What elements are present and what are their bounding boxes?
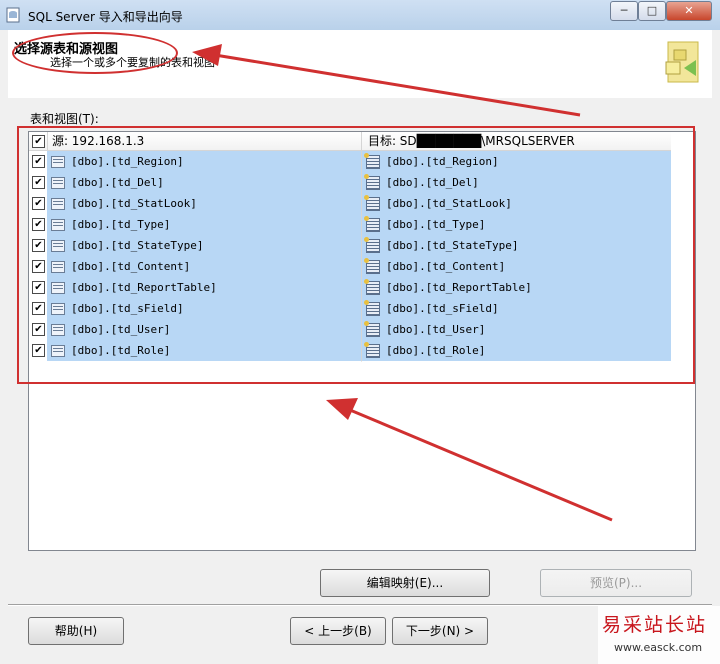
title-bar: SQL Server 导入和导出向导 ─ □ ✕ bbox=[0, 0, 720, 30]
help-button[interactable]: 帮助(H) bbox=[28, 617, 124, 645]
maximize-button[interactable]: □ bbox=[638, 1, 666, 21]
preview-button[interactable]: 预览(P)... bbox=[540, 569, 692, 597]
footer-divider bbox=[8, 604, 712, 605]
wizard-header: 选择源表和源视图 选择一个或多个要复制的表和视图 bbox=[8, 30, 712, 99]
watermark-logo-text: 易采站长站 bbox=[602, 614, 708, 636]
wizard-graphic-icon bbox=[665, 41, 699, 83]
back-button[interactable]: < 上一步(B) bbox=[290, 617, 386, 645]
watermark-url: www.easck.com bbox=[614, 641, 703, 654]
minimize-button[interactable]: ─ bbox=[610, 1, 638, 21]
window-title: SQL Server 导入和导出向导 bbox=[28, 10, 183, 24]
window-controls: ─ □ ✕ bbox=[610, 1, 712, 21]
next-button[interactable]: 下一步(N) > bbox=[392, 617, 488, 645]
watermark: 易采站长站 www.easck.com bbox=[598, 606, 720, 664]
edit-mappings-button[interactable]: 编辑映射(E)... bbox=[320, 569, 490, 597]
tables-views-label: 表和视图(T): bbox=[30, 112, 99, 126]
close-button[interactable]: ✕ bbox=[666, 1, 712, 21]
app-icon bbox=[6, 7, 20, 23]
title-annotation-circle bbox=[12, 32, 178, 74]
selection-annotation-rect bbox=[17, 126, 695, 384]
